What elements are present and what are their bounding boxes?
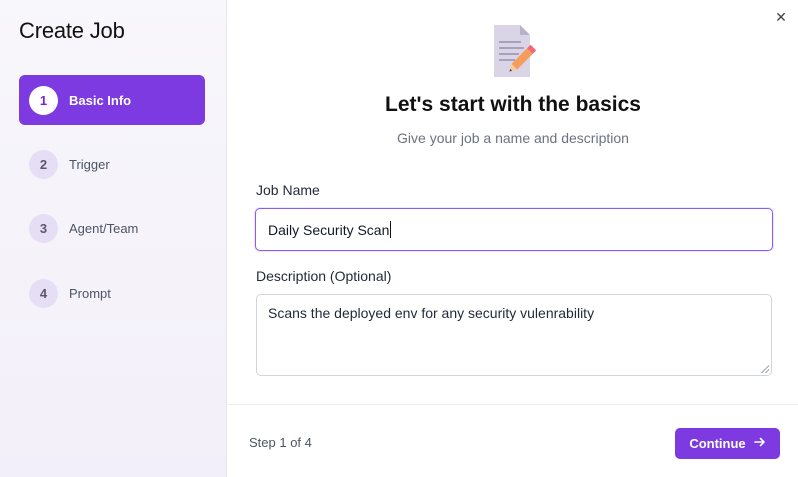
step-indicator: Step 1 of 4 [249, 435, 312, 450]
continue-button[interactable]: Continue [675, 428, 780, 459]
job-name-value: Daily Security Scan [268, 221, 390, 238]
job-name-label: Job Name [256, 182, 320, 198]
resize-handle-icon[interactable] [761, 365, 769, 373]
job-name-input[interactable]: Daily Security Scan [255, 208, 773, 251]
step-number: 2 [29, 149, 58, 179]
footer-divider [228, 404, 798, 405]
continue-label: Continue [689, 436, 746, 451]
text-caret [390, 221, 392, 238]
step-prompt[interactable]: 4 Prompt [19, 268, 205, 318]
page-subtitle: Give your job a name and description [397, 130, 629, 146]
step-label: Trigger [69, 156, 110, 172]
arrow-right-icon [753, 436, 766, 451]
step-number: 4 [29, 278, 58, 308]
step-agent-team[interactable]: 3 Agent/Team [19, 203, 205, 253]
step-label: Basic Info [69, 92, 132, 108]
page-title: Let's start with the basics [385, 93, 641, 116]
sidebar-title: Create Job [19, 18, 125, 43]
step-trigger[interactable]: 2 Trigger [19, 139, 205, 189]
step-number: 3 [29, 213, 58, 243]
step-basic-info[interactable]: 1 Basic Info [19, 75, 205, 125]
wizard-sidebar: Create Job 1 Basic Info 2 Trigger 3 Agen… [0, 0, 227, 477]
step-number: 1 [29, 85, 58, 115]
step-label: Agent/Team [69, 220, 139, 236]
close-icon[interactable]: ✕ [773, 9, 789, 25]
description-value: Scans the deployed env for any security … [268, 305, 595, 321]
description-textarea[interactable]: Scans the deployed env for any security … [256, 294, 772, 376]
step-label: Prompt [69, 285, 111, 301]
document-pencil-icon [490, 23, 542, 79]
description-label: Description (Optional) [256, 268, 392, 284]
